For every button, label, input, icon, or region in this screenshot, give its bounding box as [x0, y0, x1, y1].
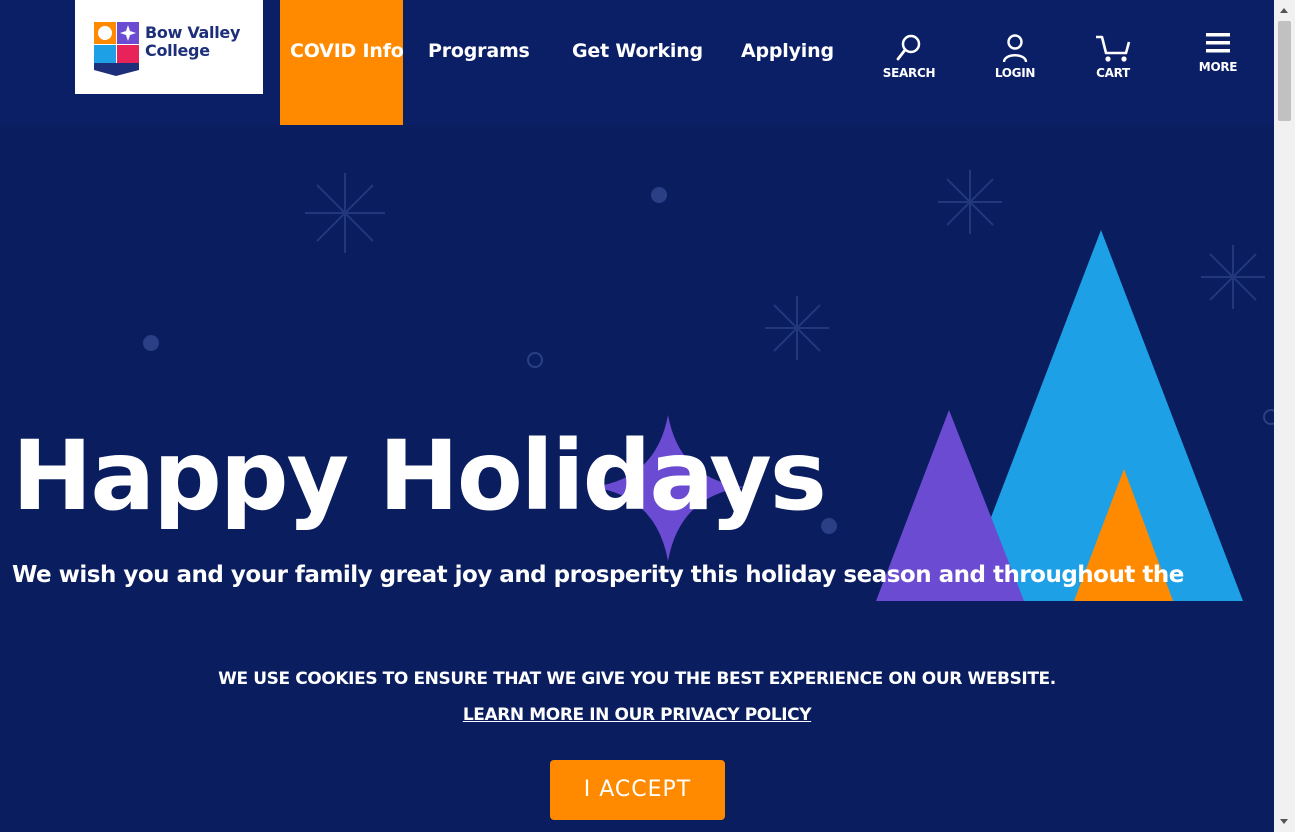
cookie-message: WE USE COOKIES TO ENSURE THAT WE GIVE YO… [218, 669, 1056, 689]
cart-label: CART [1096, 66, 1130, 80]
hamburger-icon [1206, 33, 1230, 53]
cart-button[interactable]: CART [1088, 33, 1138, 80]
user-icon [1002, 34, 1028, 63]
logo-text: Bow Valley College [145, 24, 240, 60]
scroll-down-arrow-icon[interactable] [1280, 819, 1288, 824]
site-header: Bow Valley College COVID Info Programs G… [0, 0, 1274, 125]
cart-icon [1096, 35, 1131, 62]
hero-illustration [143, 170, 1274, 601]
scroll-up-arrow-icon[interactable] [1280, 8, 1288, 13]
nav-applying[interactable]: Applying [741, 40, 834, 62]
hero-title: Happy Holidays [12, 420, 827, 532]
nav-covid-info[interactable]: COVID Info [290, 40, 404, 62]
nav-get-working[interactable]: Get Working [572, 40, 703, 62]
search-button[interactable]: SEARCH [880, 33, 938, 80]
privacy-policy-link[interactable]: LEARN MORE IN OUR PRIVACY POLICY [0, 705, 1274, 725]
logo-mark-icon [94, 22, 139, 76]
login-button[interactable]: LOGIN [990, 33, 1040, 80]
cookie-banner: WE USE COOKIES TO ENSURE THAT WE GIVE YO… [0, 601, 1274, 832]
search-label: SEARCH [882, 66, 936, 80]
more-menu-button[interactable]: MORE [1192, 31, 1244, 74]
logo-line-1: Bow Valley [145, 23, 241, 42]
nav-programs[interactable]: Programs [428, 40, 530, 62]
login-label: LOGIN [994, 66, 1036, 80]
college-logo[interactable]: Bow Valley College [75, 0, 263, 94]
page-scrollbar[interactable] [1274, 0, 1295, 832]
search-icon [896, 34, 921, 61]
hero-subtitle: We wish you and your family great joy an… [12, 562, 1184, 588]
accept-cookies-button[interactable]: I ACCEPT [550, 760, 725, 820]
covid-nav-highlight[interactable] [280, 0, 403, 125]
logo-line-2: College [145, 41, 210, 60]
scroll-thumb[interactable] [1278, 21, 1291, 121]
more-label: MORE [1198, 60, 1238, 74]
